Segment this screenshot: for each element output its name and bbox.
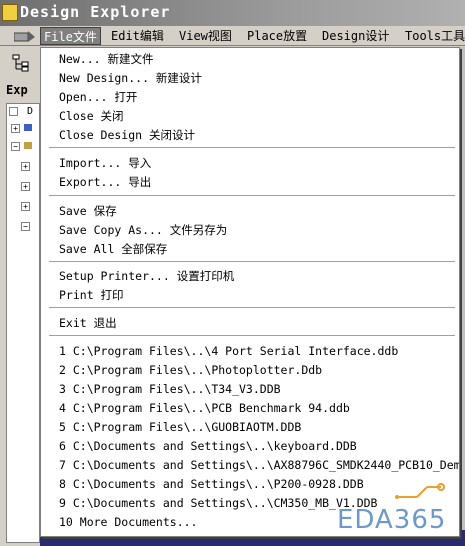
menu-item-new-design[interactable]: New Design... 新建设计	[59, 70, 202, 87]
menu-tools[interactable]: Tools工具	[402, 27, 465, 45]
menu-item-close-design[interactable]: Close Design 关闭设计	[59, 127, 195, 144]
recent-file-item[interactable]: 4 C:\Program Files\..\PCB Benchmark 94.d…	[59, 400, 350, 417]
menu-separator	[49, 195, 455, 197]
watermark-logo-icon	[395, 483, 445, 499]
menu-separator	[49, 261, 455, 263]
menu-edit[interactable]: Edit编辑	[108, 27, 167, 45]
app-icon	[2, 4, 18, 21]
menu-item-close[interactable]: Close 关闭	[59, 108, 124, 125]
menu-separator	[49, 335, 455, 337]
expand-icon[interactable]: +	[21, 182, 30, 191]
menu-item-open[interactable]: Open... 打开	[59, 89, 137, 106]
menu-item-export[interactable]: Export... 导出	[59, 174, 151, 191]
menu-item-save-all[interactable]: Save All 全部保存	[59, 241, 167, 258]
expand-icon[interactable]: +	[11, 124, 20, 133]
menu-separator	[49, 147, 455, 149]
explorer-tab[interactable]: Exp	[6, 83, 28, 97]
menu-item-new[interactable]: New... 新建文件	[59, 51, 153, 68]
database-icon	[24, 142, 32, 149]
explorer-tree[interactable]: D + − + + + −	[6, 103, 40, 543]
menu-item-save[interactable]: Save 保存	[59, 203, 117, 220]
recent-file-item[interactable]: 3 C:\Program Files\..\T34_V3.DDB	[59, 381, 281, 398]
menu-item-more-documents[interactable]: 10 More Documents...	[59, 514, 197, 531]
toolbar	[0, 47, 40, 79]
explorer-panel: Exp D + − + + + −	[0, 79, 40, 546]
menu-separator	[49, 307, 455, 309]
tree-item-label[interactable]: D	[27, 106, 33, 117]
file-menu-dropdown: New... 新建文件 New Design... 新建设计 Open... 打…	[40, 47, 460, 537]
recent-file-item[interactable]: 5 C:\Program Files\..\GUOBIAOTM.DDB	[59, 419, 301, 436]
menu-view[interactable]: View视图	[176, 27, 235, 45]
menu-item-save-copy-as[interactable]: Save Copy As... 文件另存为	[59, 222, 227, 239]
expand-icon[interactable]: −	[21, 222, 30, 231]
menu-item-import[interactable]: Import... 导入	[59, 155, 151, 172]
tree-toggle-icon[interactable]	[12, 54, 30, 72]
menu-place[interactable]: Place放置	[244, 27, 310, 45]
expand-icon[interactable]: +	[21, 162, 30, 171]
system-menu-icon[interactable]	[14, 29, 36, 43]
expand-icon[interactable]	[9, 107, 18, 116]
watermark-text: EDA365	[337, 505, 447, 535]
recent-file-item[interactable]: 9 C:\Documents and Settings\..\CM350_MB_…	[59, 495, 378, 512]
menu-file[interactable]: File文件	[40, 27, 101, 45]
recent-file-item[interactable]: 8 C:\Documents and Settings\..\P200-0928…	[59, 476, 364, 493]
window-title: Design Explorer	[20, 3, 171, 21]
menu-item-exit[interactable]: Exit 退出	[59, 315, 117, 332]
document-icon	[24, 124, 32, 131]
recent-file-item[interactable]: 6 C:\Documents and Settings\..\keyboard.…	[59, 438, 357, 455]
expand-icon[interactable]: +	[21, 202, 30, 211]
title-bar[interactable]: Design Explorer	[0, 0, 465, 26]
menu-item-setup-printer[interactable]: Setup Printer... 设置打印机	[59, 268, 234, 285]
collapse-icon[interactable]: −	[11, 142, 20, 151]
recent-file-item[interactable]: 7 C:\Documents and Settings\..\AX88796C_…	[59, 457, 459, 474]
menu-bar: File文件 Edit编辑 View视图 Place放置 Design设计 To…	[0, 26, 465, 46]
recent-file-item[interactable]: 1 C:\Program Files\..\4 Port Serial Inte…	[59, 343, 398, 360]
menu-item-print[interactable]: Print 打印	[59, 287, 124, 304]
menu-design[interactable]: Design设计	[319, 27, 392, 45]
recent-file-item[interactable]: 2 C:\Program Files\..\Photoplotter.Ddb	[59, 362, 322, 379]
